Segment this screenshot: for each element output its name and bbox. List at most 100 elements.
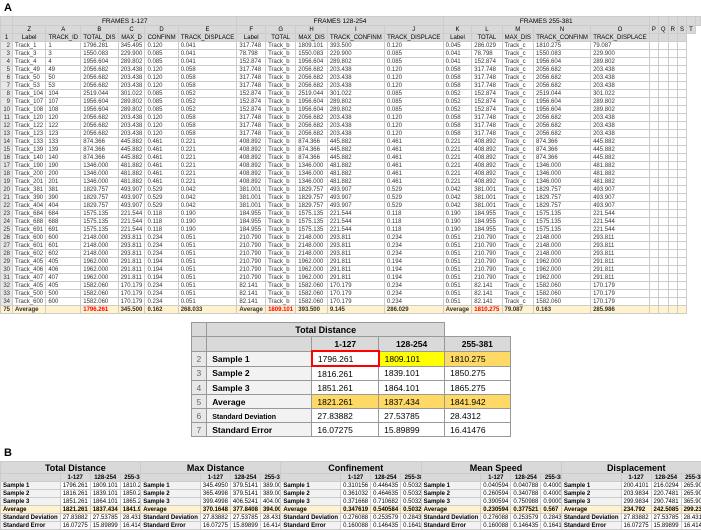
- summary-wrapper: Total Distance 1-127 128-254 255-381 2 S…: [191, 322, 511, 437]
- summary-row-label: Sample 2: [207, 366, 312, 381]
- bottom-v2: 1864.101: [90, 498, 120, 506]
- bottom-v1: 0.160088: [481, 522, 511, 530]
- bottom-v1: 0.390594: [481, 498, 511, 506]
- bottom-row-label: Sample 2: [1, 490, 61, 498]
- table-row: 18 Track_2002001346.000481.8820.4610.221…: [1, 170, 701, 178]
- bottom-table-row: Sample 3 0.390594 0.750988 0.90008: [421, 498, 571, 506]
- bottom-table-row: Standard Deviation 27.83882 27.53785 28.…: [561, 514, 701, 522]
- bottom-table-row: Standard Deviation 27.83882 27.53785 28.…: [141, 514, 291, 522]
- table-row: 28 Track_6026022148.000293.8110.2340.051…: [1, 250, 701, 258]
- table-row: 9 Track_1071071956.604289.8020.0850.052 …: [1, 98, 701, 106]
- table-row: 2 Track_111796.281345.4950.1200.041 317.…: [1, 42, 701, 50]
- bottom-v1: 370.1648: [200, 506, 230, 514]
- summary-row-label: Sample 3: [207, 381, 312, 395]
- bottom-row-label: Average: [281, 506, 341, 514]
- bottom-table-row: Sample 2 1816.261 1839.101 1850.275: [1, 490, 151, 498]
- bottom-v1: 1851.261: [60, 498, 90, 506]
- avg-td1: 1796.261: [81, 306, 118, 314]
- bottom-table-row: Sample 1 0.040594 0.040788 0.40008: [421, 482, 571, 490]
- bottom-col-label: [421, 474, 481, 482]
- col-F: F: [237, 26, 266, 34]
- col-I: I: [327, 26, 384, 34]
- summary-v3: 1850.275: [445, 366, 510, 381]
- bottom-v2: 0.340788: [511, 490, 541, 498]
- summary-v3: 16.41476: [445, 423, 510, 437]
- bottom-v1: 27.83882: [60, 514, 90, 522]
- bottom-table-row: Sample 2 0.361032 0.464635 0.503247: [281, 490, 431, 498]
- bottom-table-row: Sample 1 345.4950 379.5141 389.007: [141, 482, 291, 490]
- bottom-v1: 0.371668: [341, 498, 371, 506]
- bottom-col-header: 128-254: [90, 474, 120, 482]
- bottom-row-label: Standard Deviation: [1, 514, 61, 522]
- table-row: 10 Track_1081081956.604289.8020.0850.052…: [1, 106, 701, 114]
- bottom-table-row: Sample 3 399.4998 406.5241 404.007: [141, 498, 291, 506]
- col-conf-1: CONFINM: [145, 34, 178, 42]
- summary-row-label: Standard Deviation: [207, 409, 312, 423]
- summary-row-label: Standard Error: [207, 423, 312, 437]
- table-row: 16 Track_140140874.366445.8820.4610.221 …: [1, 154, 701, 162]
- bottom-v2: 0.253579: [371, 514, 401, 522]
- summary-row-label: Sample 1: [207, 351, 312, 366]
- bottom-row-label: Sample 1: [1, 482, 61, 490]
- bottom-v1: 1821.261: [60, 506, 90, 514]
- bottom-table-row: Sample 3 299.9834 290.7481 365.9019: [561, 498, 701, 506]
- col-K: K: [443, 26, 472, 34]
- col-G: G: [266, 26, 296, 34]
- bottom-v1: 1796.261: [60, 482, 90, 490]
- bottom-table-row: Standard Error 16.07275 15.89899 16.4147…: [561, 522, 701, 530]
- summary-v3: 1865.275: [445, 381, 510, 395]
- bottom-col-label: [281, 474, 341, 482]
- summary-col-3: 128-254: [379, 337, 445, 352]
- summary-row: 5 Average 1821.261 1837.434 1841.942: [191, 395, 510, 409]
- bottom-row-label: Average: [561, 506, 621, 514]
- bottom-v1: 0.160088: [341, 522, 371, 530]
- bottom-row-label: Sample 1: [281, 482, 341, 490]
- bottom-table-3: Mean Speed 1-127128-254255-381 Sample 1 …: [421, 461, 572, 530]
- table-row: 11 Track_1201202056.682203.4380.1200.058…: [1, 114, 701, 122]
- bottom-group-2: Confinement 1-127128-254255-381 Sample 1…: [280, 461, 420, 530]
- col-max-dis-1: MAX_D: [118, 34, 145, 42]
- frames-381-header: FRAMES 255-381: [443, 17, 649, 26]
- bottom-v2: 377.8408: [230, 506, 260, 514]
- table-row: 5 Track_49492056.682203.4380.1200.058 31…: [1, 66, 701, 74]
- bottom-table-0: Total Distance 1-127128-254255-381 Sampl…: [0, 461, 151, 530]
- bottom-v2: 0.446435: [371, 482, 401, 490]
- col-R: R: [668, 26, 677, 34]
- bottom-col-label: [1, 474, 61, 482]
- bottom-row-label: Average: [421, 506, 481, 514]
- bottom-v1: 0.347619: [341, 506, 371, 514]
- bottom-table-row: Sample 1 0.310156 0.446435 0.503247: [281, 482, 431, 490]
- summary-row: 7 Standard Error 16.07275 15.89899 16.41…: [191, 423, 510, 437]
- table-row: 19 Track_2012011346.000481.8820.4610.221…: [1, 178, 701, 186]
- table-row: 17 Track_1901901346.000481.8820.4610.221…: [1, 162, 701, 170]
- bottom-table-title-4: Displacement: [561, 462, 701, 474]
- table-row: 26 Track_6006002148.000293.8110.2340.051…: [1, 234, 701, 242]
- col-O: O: [591, 26, 650, 34]
- bottom-row-label: Sample 2: [561, 490, 621, 498]
- col-track-id: TRACK_ID: [46, 34, 81, 42]
- table-row: 34 Track_6006001582.060170.1790.2340.051…: [1, 298, 701, 306]
- bottom-col-header: 128-254: [511, 474, 541, 482]
- table-row: 12 Track_1221222056.682203.4380.1200.058…: [1, 122, 701, 130]
- bottom-v1: 16.07275: [200, 522, 230, 530]
- bottom-row-label: Standard Error: [421, 522, 481, 530]
- bottom-table-row: Average 234.792 242.5085 299.235: [561, 506, 701, 514]
- col-label-text: Label: [13, 34, 46, 42]
- col-conf-2: TRACK_CONFINM: [327, 34, 384, 42]
- bottom-row-label: Sample 2: [141, 490, 201, 498]
- bottom-v2: 15.89899: [90, 522, 120, 530]
- bottom-v2: 27.53785: [230, 514, 260, 522]
- bottom-row-label: Average: [1, 506, 61, 514]
- bottom-table-2: Confinement 1-127128-254255-381 Sample 1…: [280, 461, 431, 530]
- col-C: C: [118, 26, 145, 34]
- summary-v1: 1796.261: [312, 351, 379, 366]
- bottom-group-4: Displacement 1-127128-254255-381 Sample …: [561, 461, 701, 530]
- bottom-table-row: Average 0.230594 0.377521 0.567: [421, 506, 571, 514]
- col-T: T: [687, 26, 696, 34]
- bottom-row-label: Sample 1: [141, 482, 201, 490]
- bottom-v1: 299.9834: [621, 498, 651, 506]
- col-total-2: TOTAL: [266, 34, 296, 42]
- summary-row: 3 Sample 2 1816.261 1839.101 1850.275: [191, 366, 510, 381]
- bottom-row-label: Sample 1: [561, 482, 621, 490]
- bottom-v1: 203.9834: [621, 490, 651, 498]
